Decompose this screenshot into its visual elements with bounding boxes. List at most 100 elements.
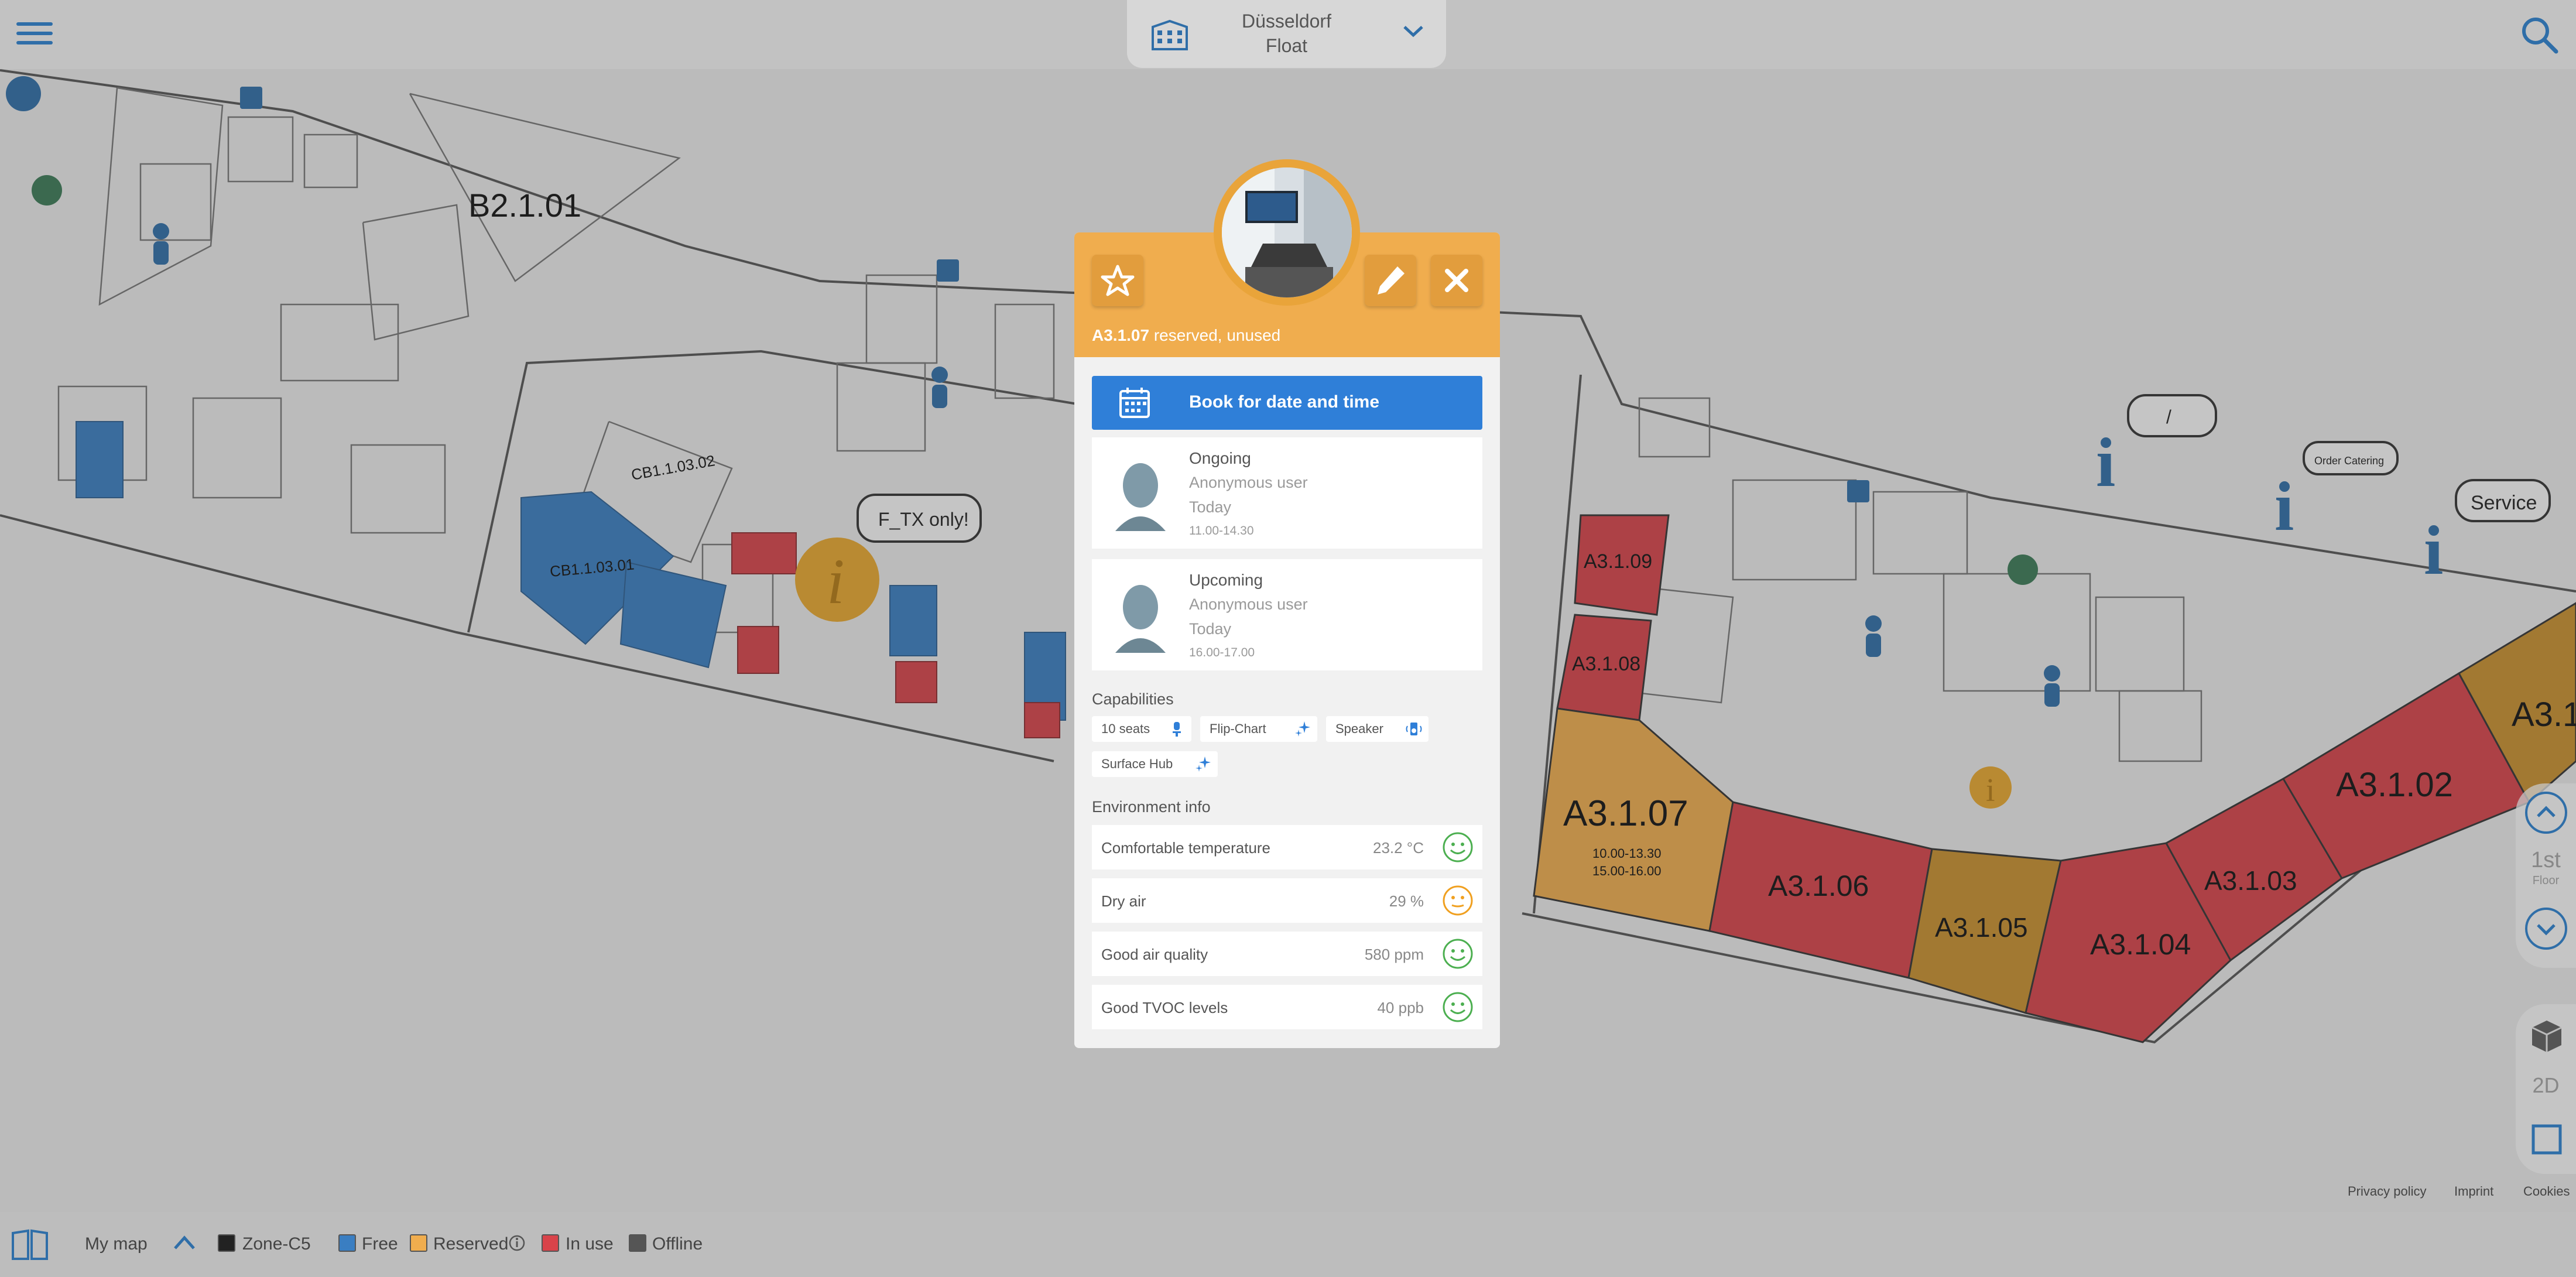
floor-up-button[interactable]: [2523, 789, 2570, 836]
capability-label: Flip-Chart: [1210, 721, 1266, 736]
reservation-card[interactable]: Ongoing Anonymous user Today 11.00-14.30: [1092, 437, 1482, 549]
floor-down-button[interactable]: [2523, 905, 2570, 952]
cookies-link[interactable]: Cookies: [2523, 1184, 2570, 1199]
seat-icon: [1173, 722, 1181, 737]
map-room-label: B2.1.01: [468, 187, 581, 224]
sparkle-icon: [1295, 721, 1310, 737]
svg-text:/: /: [2166, 406, 2171, 427]
info-icon[interactable]: [508, 1234, 526, 1252]
reservation-status: Ongoing: [1189, 449, 1251, 467]
svg-text:Service: Service: [2471, 492, 2537, 514]
map-room-label: 15.00-16.00: [1592, 864, 1661, 878]
environment-row: Comfortable temperature 23.2 °C: [1092, 825, 1482, 869]
privacy-policy-link[interactable]: Privacy policy: [2348, 1184, 2426, 1199]
map-room-label: A3.1.03: [2204, 865, 2297, 896]
map-room-label: A3.1.05: [1935, 912, 2028, 943]
sparkle-icon: [1195, 756, 1211, 772]
room-status: reserved, unused: [1153, 326, 1281, 344]
map-room-label: A3.1.06: [1768, 869, 1869, 902]
map-book-icon[interactable]: [11, 1228, 49, 1261]
legend-in-use-label: In use: [566, 1234, 614, 1254]
environment-row: Good air quality 580 ppm: [1092, 932, 1482, 976]
close-button[interactable]: [1431, 255, 1482, 306]
svg-text:i: i: [2096, 423, 2115, 501]
svg-text:F_TX only!: F_TX only!: [878, 509, 969, 530]
environment-label: Good air quality: [1101, 946, 1208, 963]
happy-face-icon: [1443, 992, 1473, 1022]
map-room-label: A3.1.04: [2090, 928, 2191, 961]
reservation-time: 11.00-14.30: [1189, 524, 1254, 537]
legend-swatch-free: [338, 1234, 356, 1252]
search-icon[interactable]: [2517, 13, 2561, 56]
legend-swatch-offline: [629, 1234, 646, 1252]
map-room-label: A3.1.08: [1572, 653, 1640, 675]
capabilities-title: Capabilities: [1092, 690, 1174, 708]
map-room-label: A3.1: [2512, 696, 2576, 734]
environment-row: Dry air 29 %: [1092, 878, 1482, 923]
legend-offline-label: Offline: [652, 1234, 703, 1254]
capability-label: 10 seats: [1101, 721, 1150, 736]
2d-view-icon[interactable]: [2526, 1119, 2567, 1160]
chevron-down-icon[interactable]: [1402, 22, 1424, 40]
capability-chip: Speaker: [1326, 716, 1429, 742]
book-date-time-button[interactable]: Book for date and time: [1092, 376, 1482, 430]
environment-value: 580 ppm: [1364, 946, 1424, 963]
svg-text:i: i: [1986, 772, 1995, 809]
capability-chip: Surface Hub: [1092, 751, 1218, 777]
room-title: A3.1.07 reserved, unused: [1092, 326, 1280, 345]
neutral-face-icon: [1443, 885, 1473, 916]
environment-title: Environment info: [1092, 798, 1211, 816]
map-room-label: A3.1.09: [1584, 550, 1652, 573]
edit-button[interactable]: [1365, 255, 1416, 306]
legend-swatch-in-use: [542, 1234, 559, 1252]
location-selector[interactable]: Düsseldorf Float: [1127, 0, 1446, 68]
environment-value: 29 %: [1389, 892, 1424, 910]
reservation-day: Today: [1189, 498, 1232, 516]
book-button-label: Book for date and time: [1189, 392, 1380, 412]
calendar-icon: [1119, 388, 1150, 418]
location-city: Düsseldorf: [1242, 11, 1331, 32]
svg-text:i: i: [2424, 511, 2443, 589]
happy-face-icon: [1443, 939, 1473, 969]
user-avatar-icon: [1115, 585, 1166, 653]
star-icon: [1101, 265, 1135, 296]
floor-selector: 1st Floor: [2516, 783, 2576, 968]
imprint-link[interactable]: Imprint: [2454, 1184, 2493, 1199]
environment-value: 40 ppb: [1377, 999, 1424, 1016]
capability-chip: Flip-Chart: [1200, 716, 1317, 742]
environment-row: Good TVOC levels 40 ppb: [1092, 985, 1482, 1029]
legend-zone-label: Zone-C5: [242, 1234, 311, 1254]
room-detail-popup: A3.1.07 reserved, unused Book for date a…: [1074, 232, 1500, 1048]
reservation-status: Upcoming: [1189, 571, 1263, 589]
room-photo-image: [1222, 167, 1352, 297]
view-mode-label: 2D: [2532, 1073, 2560, 1097]
capability-chip: 10 seats: [1092, 716, 1191, 742]
reservation-day: Today: [1189, 620, 1232, 638]
environment-label: Comfortable temperature: [1101, 839, 1271, 857]
top-bar: Düsseldorf Float: [0, 0, 2576, 69]
svg-text:i: i: [827, 546, 845, 617]
svg-text:Order Catering: Order Catering: [2314, 455, 2384, 467]
speaker-icon: [1406, 723, 1422, 735]
legend-swatch-zone: [218, 1234, 235, 1252]
map-room-label: A3.1.02: [2336, 766, 2453, 804]
legend-swatch-reserved: [410, 1234, 427, 1252]
view-mode-selector: 2D: [2516, 1004, 2576, 1174]
chevron-up-icon[interactable]: [173, 1232, 196, 1253]
hamburger-icon[interactable]: [16, 16, 53, 53]
room-photo: [1214, 159, 1360, 306]
reservation-card[interactable]: Upcoming Anonymous user Today 16.00-17.0…: [1092, 559, 1482, 670]
user-avatar-icon: [1115, 463, 1166, 531]
3d-view-icon[interactable]: [2526, 1016, 2567, 1057]
building-icon: [1152, 19, 1188, 50]
map-room-label: 10.00-13.30: [1592, 846, 1661, 861]
capability-label: Surface Hub: [1101, 756, 1173, 771]
my-map-label[interactable]: My map: [85, 1234, 148, 1254]
reservation-user: Anonymous user: [1189, 595, 1308, 613]
legend-reserved-label: Reserved: [433, 1234, 509, 1254]
pencil-icon: [1378, 266, 1405, 295]
room-id: A3.1.07: [1092, 326, 1150, 344]
location-floor: Float: [1265, 35, 1308, 56]
favorite-button[interactable]: [1092, 255, 1143, 306]
environment-label: Dry air: [1101, 892, 1146, 910]
